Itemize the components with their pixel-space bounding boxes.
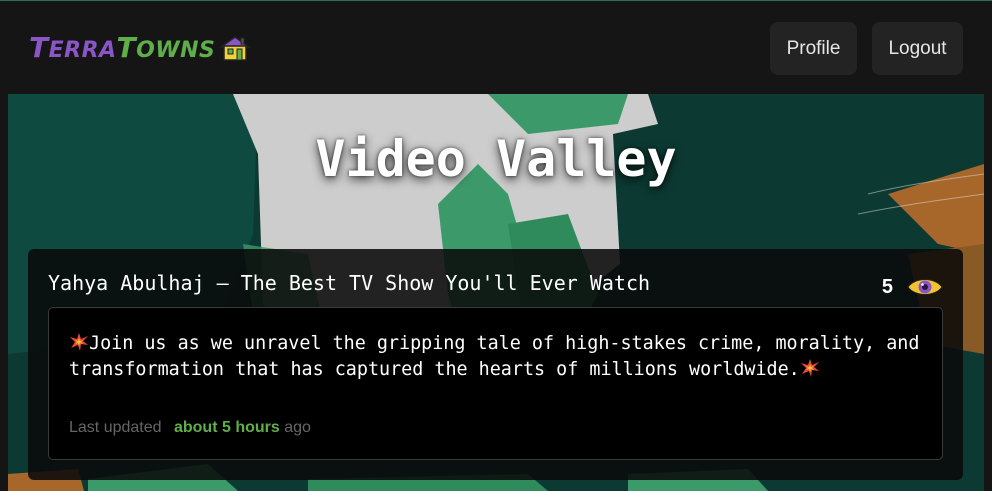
terratowns-logo[interactable]: TTERRATOWNS bbox=[29, 31, 252, 64]
description-text: Join us as we unravel the gripping tale … bbox=[69, 333, 920, 380]
home-description-card[interactable]: Join us as we unravel the gripping tale … bbox=[48, 307, 943, 460]
home-title[interactable]: Yahya Abulhaj — The Best TV Show You'll … bbox=[48, 271, 650, 295]
visit-counter: 5 bbox=[882, 275, 943, 299]
profile-button[interactable]: Profile bbox=[770, 22, 857, 75]
last-updated-suffix: ago bbox=[284, 419, 311, 436]
town-hero-banner: Video Valley Yahya Abulhaj — The Best TV… bbox=[8, 94, 984, 491]
town-title: Video Valley bbox=[315, 130, 677, 188]
last-updated: Last updated about 5 hours ago bbox=[69, 419, 311, 437]
home-description: Join us as we unravel the gripping tale … bbox=[69, 331, 929, 383]
collision-emoji-icon bbox=[800, 359, 819, 377]
home-panel: Yahya Abulhaj — The Best TV Show You'll … bbox=[28, 249, 963, 480]
last-updated-label: Last updated bbox=[69, 419, 162, 436]
collision-emoji-icon bbox=[70, 333, 88, 351]
last-updated-value: about 5 hours bbox=[173, 419, 280, 436]
logo-terra: TTERRA bbox=[29, 31, 117, 64]
eye-icon bbox=[907, 279, 943, 295]
top-navbar: TTERRATOWNS Profile Logout bbox=[0, 0, 992, 94]
house-logo-icon bbox=[219, 35, 252, 61]
logo-towns: TOWNS bbox=[116, 31, 216, 64]
visit-count: 5 bbox=[881, 275, 893, 298]
logout-button[interactable]: Logout bbox=[872, 22, 963, 75]
